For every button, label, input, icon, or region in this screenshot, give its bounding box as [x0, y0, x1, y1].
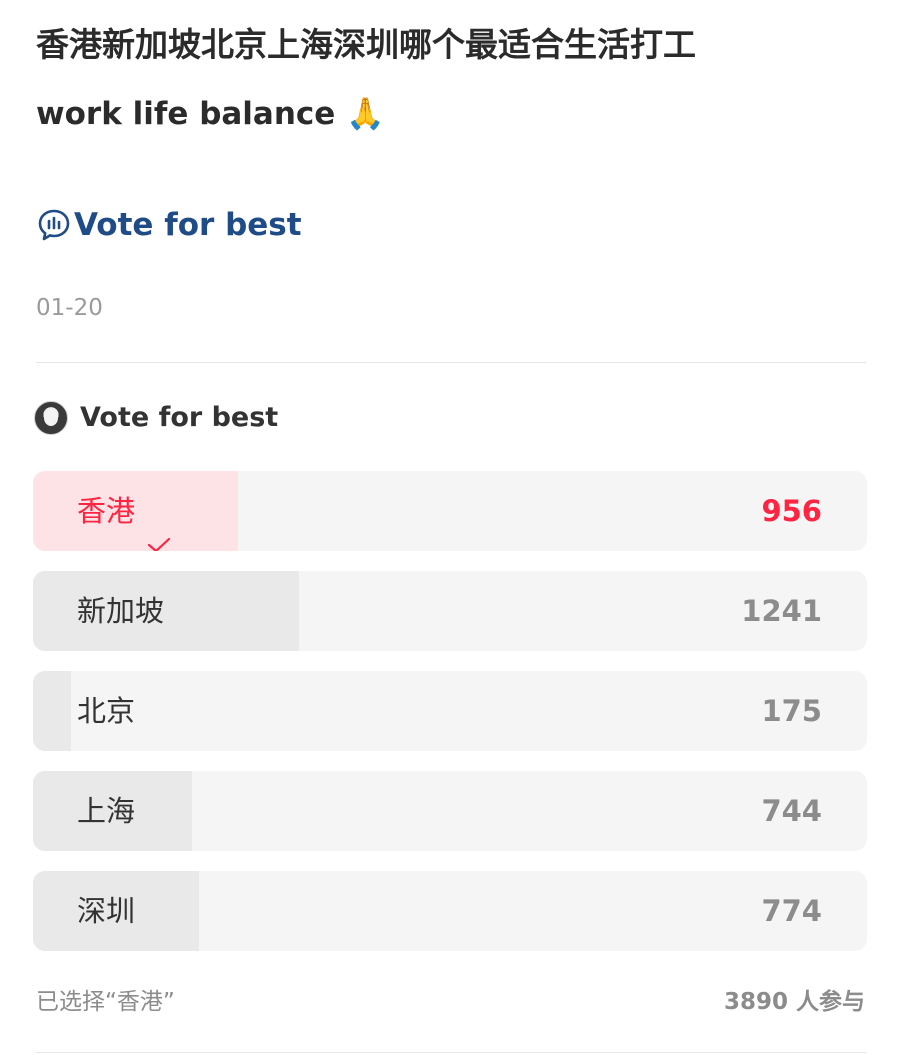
poll-option-count: 175 [761, 694, 822, 728]
poll-option[interactable]: 深圳 774 [33, 871, 867, 951]
poll-option[interactable]: 上海 744 [33, 771, 867, 851]
poll-option[interactable]: 新加坡 1241 [33, 571, 867, 651]
poll-option-label: 上海 [77, 794, 136, 828]
poll-options: 香港 956 新加坡 1241 北京 175 上海 744 深圳 774 [33, 471, 867, 971]
check-icon [147, 503, 171, 551]
poll-option-label: 深圳 [77, 894, 136, 928]
selected-choice-text: 已选择“香港” [36, 989, 175, 1015]
participant-count: 3890 人参与 [723, 989, 865, 1015]
poll-option-count: 744 [761, 794, 822, 828]
poll-option-count: 956 [761, 494, 822, 528]
poll-option-count: 774 [761, 894, 822, 928]
post-date: 01-20 [36, 295, 103, 321]
post-title: 香港新加坡北京上海深圳哪个最适合生活打工 [36, 25, 696, 64]
poll-option-count: 1241 [741, 594, 822, 628]
post-subtitle: work life balance 🙏 [36, 96, 385, 132]
topic-link[interactable]: Vote for best [36, 202, 302, 248]
avatar [34, 401, 68, 435]
poll-title: Vote for best [80, 402, 279, 433]
poll-header: Vote for best [34, 400, 278, 436]
divider [36, 362, 866, 363]
poll-option-label: 北京 [77, 694, 136, 728]
poll-option-label: 香港 [77, 494, 136, 528]
poll-option-label: 新加坡 [77, 594, 165, 628]
poll-bubble-icon [36, 207, 72, 243]
poll-option[interactable]: 北京 175 [33, 671, 867, 751]
divider [36, 1052, 866, 1053]
topic-link-label: Vote for best [74, 207, 302, 243]
poll-option-bar [33, 571, 300, 651]
poll-option-bar [33, 671, 71, 751]
poll-option[interactable]: 香港 956 [33, 471, 867, 551]
post-page: 香港新加坡北京上海深圳哪个最适合生活打工 work life balance 🙏… [0, 0, 900, 1055]
